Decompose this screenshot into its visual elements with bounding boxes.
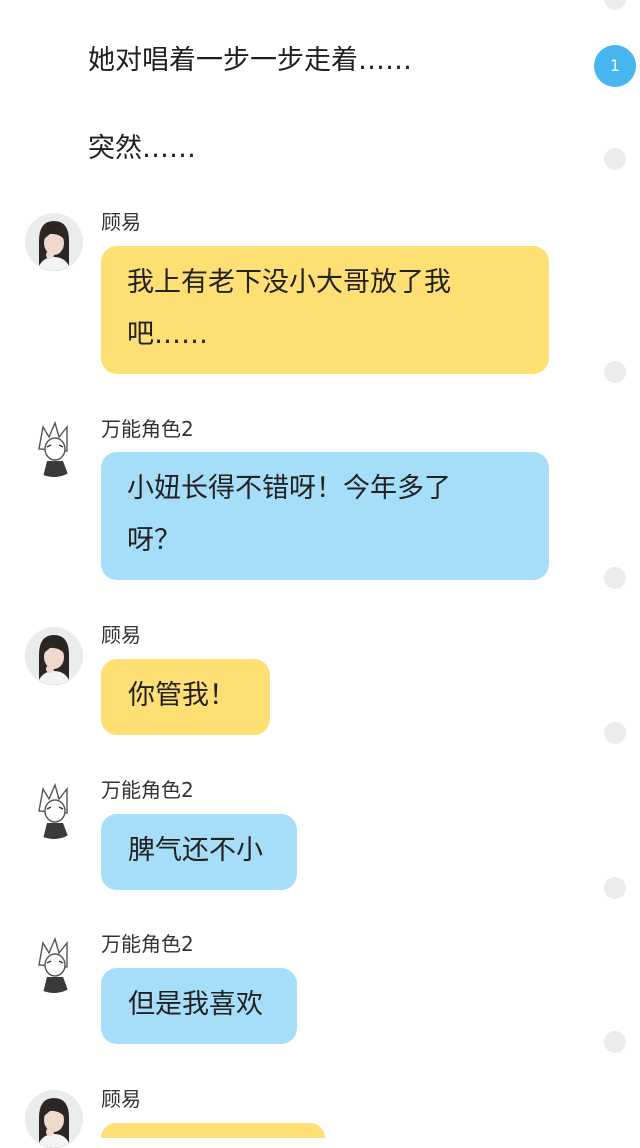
speaker-name: 万能角色2	[101, 417, 194, 441]
message-bubble[interactable]: 小妞长得不错呀！今年多了 呀？	[101, 452, 549, 580]
message-text: 你管我！	[128, 680, 236, 711]
speaker-name: 顾易	[101, 623, 141, 647]
speaker-name: 万能角色2	[101, 778, 194, 802]
read-status-dot[interactable]	[604, 361, 626, 383]
girl-avatar-icon[interactable]	[25, 213, 83, 271]
read-status-dot[interactable]	[604, 0, 626, 10]
message-bubble[interactable]: 脾气还不小	[101, 814, 297, 890]
read-status-dot[interactable]	[604, 722, 626, 744]
message-bubble[interactable]: 你管我！	[101, 659, 270, 735]
message-text: 小妞长得不错呀！今年多了 呀？	[127, 473, 451, 556]
message-bubble[interactable]: 我上有老下没小大哥放了我 吧……	[101, 246, 549, 374]
speaker-name: 顾易	[101, 210, 141, 234]
girl-avatar-icon[interactable]	[25, 1090, 83, 1148]
speaker-name: 万能角色2	[101, 932, 194, 956]
narration-line: 她对唱着一步一步走着……	[88, 45, 412, 76]
unread-count-badge[interactable]: 1	[594, 45, 636, 87]
read-status-dot[interactable]	[604, 877, 626, 899]
anime-character-avatar-icon[interactable]	[25, 781, 83, 839]
read-status-dot[interactable]	[604, 148, 626, 170]
anime-character-avatar-icon[interactable]	[25, 935, 83, 993]
speaker-name: 顾易	[101, 1087, 141, 1111]
message-text: 我上有老下没小大哥放了我 吧……	[127, 267, 451, 350]
message-bubble[interactable]	[101, 1123, 325, 1138]
narration-line: 突然……	[88, 133, 196, 164]
message-text: 但是我喜欢	[128, 989, 263, 1020]
girl-avatar-icon[interactable]	[25, 627, 83, 685]
read-status-dot[interactable]	[604, 567, 626, 589]
message-text: 脾气还不小	[128, 835, 263, 866]
message-bubble[interactable]: 但是我喜欢	[101, 968, 297, 1044]
anime-character-avatar-icon[interactable]	[25, 419, 83, 477]
read-status-dot[interactable]	[604, 1031, 626, 1053]
